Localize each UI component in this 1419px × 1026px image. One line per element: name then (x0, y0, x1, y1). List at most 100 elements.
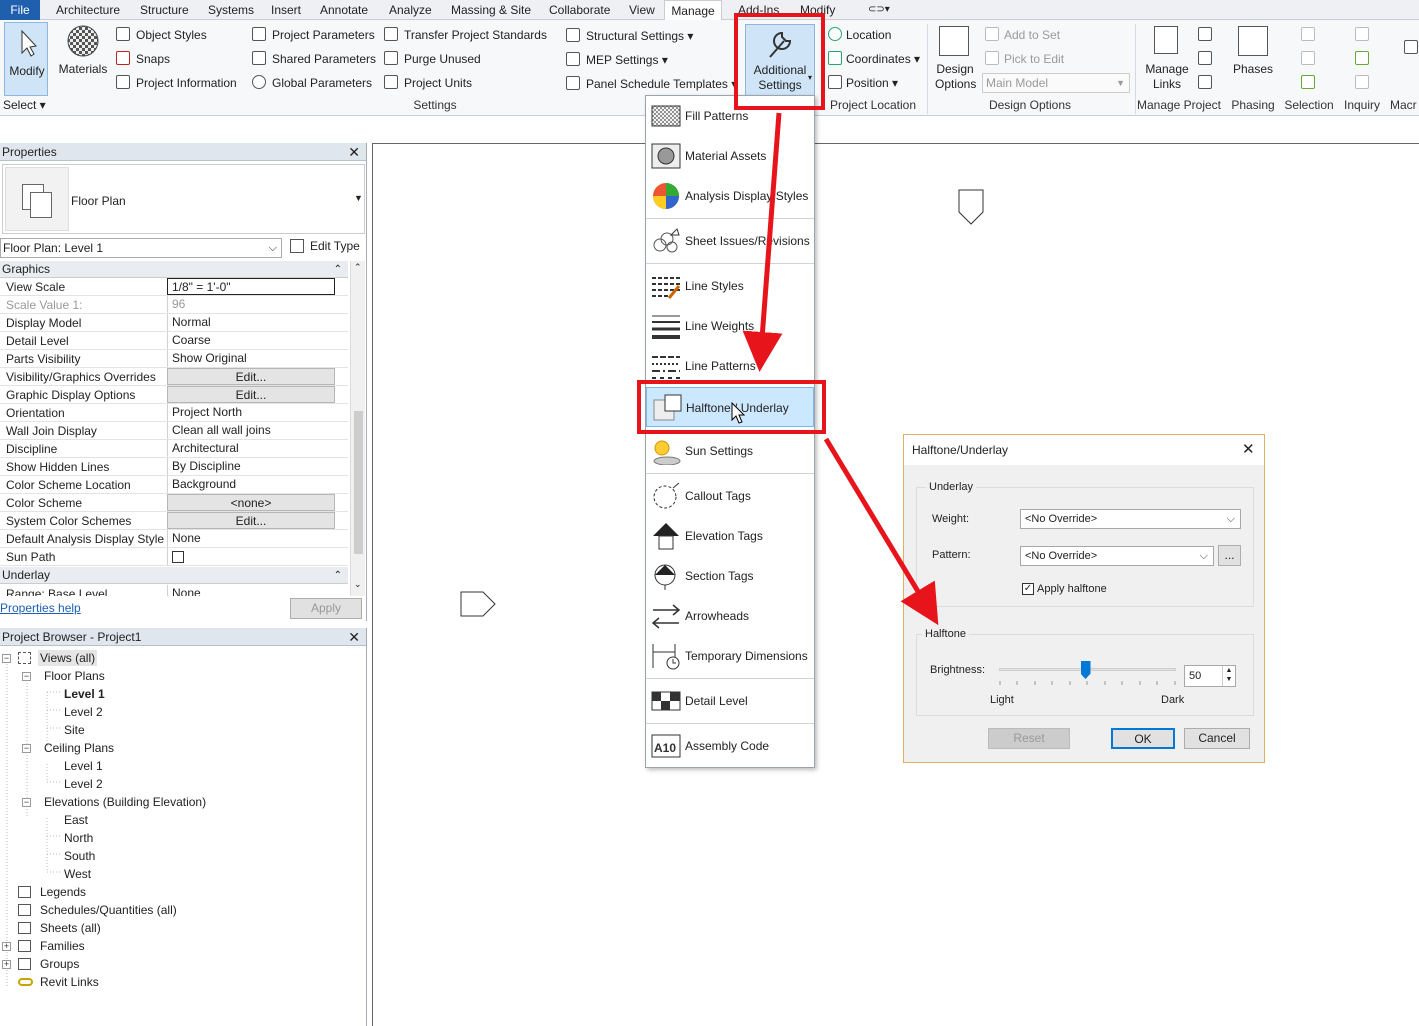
sun-path-checkbox[interactable] (172, 551, 184, 563)
property-value[interactable]: Project North (167, 404, 335, 421)
tree-ceiling-plans[interactable]: Ceiling Plans (44, 740, 114, 756)
collapse-toggle[interactable]: − (22, 672, 31, 681)
pattern-browse-button[interactable]: ... (1218, 545, 1241, 566)
tree-elevation-north[interactable]: North (64, 830, 93, 846)
tree-families[interactable]: Families (40, 938, 85, 954)
tree-ceiling-level-1[interactable]: Level 1 (64, 758, 103, 774)
load-selection-icon[interactable] (1301, 51, 1315, 65)
tab-systems[interactable]: Systems (206, 0, 256, 20)
properties-help-link[interactable]: Properties help (0, 601, 81, 615)
menu-sheet-issues-revisions[interactable]: Sheet Issues/Revisions (646, 221, 814, 261)
manage-links-button[interactable]: Manage Links (1142, 24, 1192, 94)
expand-toggle[interactable]: + (2, 942, 11, 951)
snaps-button[interactable]: Snaps (136, 52, 170, 66)
brightness-spinner[interactable]: ▲ ▼ (1222, 666, 1235, 686)
close-icon[interactable]: ✕ (348, 628, 360, 646)
menu-temporary-dimensions[interactable]: Temporary Dimensions (646, 636, 814, 676)
property-edit-button[interactable]: <none> (167, 494, 335, 511)
property-value[interactable]: Background (167, 476, 335, 493)
cancel-button[interactable]: Cancel (1184, 728, 1250, 749)
property-edit-button[interactable]: Edit... (167, 512, 335, 529)
reset-button[interactable]: Reset (988, 728, 1070, 749)
project-locations-icon[interactable] (1198, 51, 1212, 65)
pick-to-edit-button[interactable]: Pick to Edit (1004, 52, 1064, 66)
tab-structure[interactable]: Structure (138, 0, 191, 20)
menu-assembly-code[interactable]: A10 Assembly Code (646, 726, 814, 766)
tab-analyze[interactable]: Analyze (387, 0, 434, 20)
elevation-marker-north[interactable] (957, 188, 987, 226)
tree-elevation-east[interactable]: East (64, 812, 88, 828)
tab-annotate[interactable]: Annotate (318, 0, 370, 20)
design-options-button[interactable]: Design Options (935, 24, 976, 94)
collapse-toggle[interactable]: − (22, 798, 31, 807)
group-graphics[interactable]: Graphics ⌃ (0, 261, 348, 278)
save-selection-icon[interactable] (1301, 27, 1315, 41)
elevation-marker-west[interactable] (459, 590, 499, 620)
select-by-id-icon[interactable] (1355, 51, 1369, 65)
design-option-select[interactable]: Main Model ▼ (982, 73, 1130, 93)
menu-section-tags[interactable]: Section Tags (646, 556, 814, 596)
modify-button[interactable]: Modify (4, 22, 48, 96)
tree-elevation-south[interactable]: South (64, 848, 95, 864)
project-units-button[interactable]: Project Units (404, 76, 472, 90)
select-menu[interactable]: Select ▾ (3, 98, 46, 112)
property-value[interactable]: Architectural (167, 440, 335, 457)
tab-collaborate[interactable]: Collaborate (547, 0, 612, 20)
shared-parameters-button[interactable]: Shared Parameters (272, 52, 376, 66)
edit-selection-icon[interactable] (1301, 75, 1315, 89)
tree-floor-plan-site[interactable]: Site (64, 722, 85, 738)
ids-of-selection-icon[interactable] (1355, 27, 1369, 41)
object-styles-button[interactable]: Object Styles (136, 28, 207, 42)
property-value[interactable]: Show Original (167, 350, 335, 367)
collapse-toggle[interactable]: − (22, 744, 31, 753)
close-icon[interactable]: ✕ (348, 143, 360, 161)
structural-settings-button[interactable]: Structural Settings ▾ (586, 29, 693, 43)
tree-ceiling-level-2[interactable]: Level 2 (64, 776, 103, 792)
property-value[interactable]: None (167, 530, 335, 547)
transfer-standards-button[interactable]: Transfer Project Standards (404, 28, 547, 42)
menu-callout-tags[interactable]: Callout Tags (646, 476, 814, 516)
apply-button[interactable]: Apply (290, 598, 362, 619)
tree-schedules[interactable]: Schedules/Quantities (all) (40, 902, 177, 918)
menu-line-styles[interactable]: Line Styles (646, 266, 814, 306)
panel-toggle-icon[interactable]: ⊂⊃▾ (866, 0, 892, 20)
mep-settings-button[interactable]: MEP Settings ▾ (586, 53, 668, 67)
materials-button[interactable]: Materials (58, 24, 108, 94)
ok-button[interactable]: OK (1111, 728, 1175, 749)
macro-manager-icon[interactable] (1404, 40, 1418, 54)
global-parameters-button[interactable]: Global Parameters (272, 76, 372, 90)
expand-toggle[interactable]: + (2, 960, 11, 969)
tree-groups[interactable]: Groups (40, 956, 79, 972)
tree-floor-plan-level-2[interactable]: Level 2 (64, 704, 103, 720)
decal-icon[interactable] (1198, 75, 1212, 89)
location-button[interactable]: Location (846, 28, 891, 42)
phases-button[interactable]: Phases (1230, 24, 1276, 94)
warnings-icon[interactable] (1355, 75, 1369, 89)
properties-scrollbar[interactable]: ⌃ ⌄ (350, 261, 365, 596)
weight-select[interactable]: <No Override> ⌵ (1020, 509, 1241, 529)
menu-arrowheads[interactable]: Arrowheads (646, 596, 814, 636)
project-information-button[interactable]: Project Information (136, 76, 237, 90)
tab-insert[interactable]: Insert (269, 0, 303, 20)
group-underlay[interactable]: Underlay ⌃ (0, 567, 348, 584)
tree-views-all[interactable]: Views (all) (38, 650, 98, 666)
tree-floor-plans[interactable]: Floor Plans (44, 668, 105, 684)
tree-elevations[interactable]: Elevations (Building Elevation) (44, 794, 206, 810)
property-value[interactable]: Clean all wall joins (167, 422, 335, 439)
menu-material-assets[interactable]: Material Assets (646, 136, 814, 176)
project-parameters-button[interactable]: Project Parameters (272, 28, 375, 42)
tree-floor-plan-level-1[interactable]: Level 1 (64, 686, 105, 702)
tree-revit-links[interactable]: Revit Links (40, 974, 99, 990)
property-value[interactable]: 1/8" = 1'-0" (167, 278, 335, 295)
tab-file[interactable]: File (0, 0, 40, 20)
collapse-toggle[interactable]: − (2, 654, 11, 663)
property-value[interactable]: 96 (167, 296, 335, 313)
pattern-select[interactable]: <No Override> ⌵ (1020, 546, 1214, 566)
property-edit-button[interactable]: Edit... (167, 386, 335, 403)
starting-view-icon[interactable] (1198, 27, 1212, 41)
add-to-set-button[interactable]: Add to Set (1004, 28, 1060, 42)
tree-legends[interactable]: Legends (40, 884, 86, 900)
property-value[interactable]: Coarse (167, 332, 335, 349)
purge-unused-button[interactable]: Purge Unused (404, 52, 481, 66)
property-value[interactable]: None (167, 585, 335, 596)
